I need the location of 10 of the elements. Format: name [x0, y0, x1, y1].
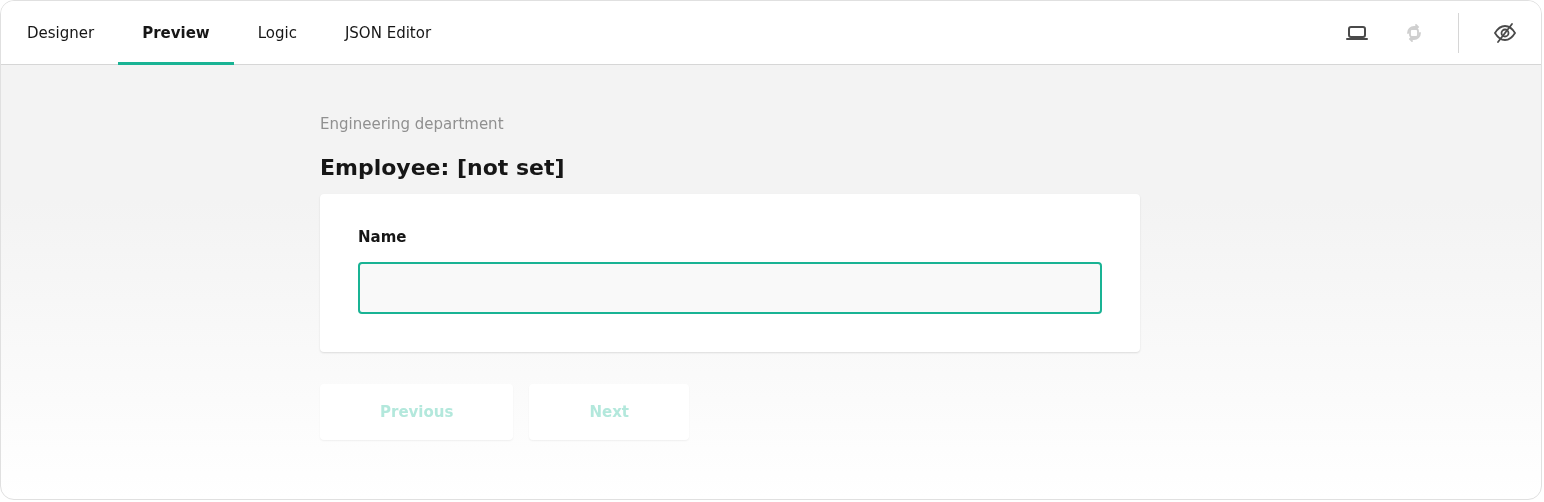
- tab[interactable]: Designer: [3, 1, 119, 65]
- survey-description: Engineering department: [320, 115, 505, 133]
- laptop-icon[interactable]: [1346, 24, 1368, 41]
- hide-icon[interactable]: [1493, 21, 1517, 44]
- survey-title: Employee: [not set]: [320, 155, 566, 180]
- question-title: Name: [358, 228, 408, 246]
- tab[interactable]: Preview: [118, 1, 234, 65]
- tab[interactable]: JSON Editor: [320, 1, 456, 65]
- input-field[interactable]: [358, 262, 1102, 314]
- tab[interactable]: Logic: [233, 1, 321, 65]
